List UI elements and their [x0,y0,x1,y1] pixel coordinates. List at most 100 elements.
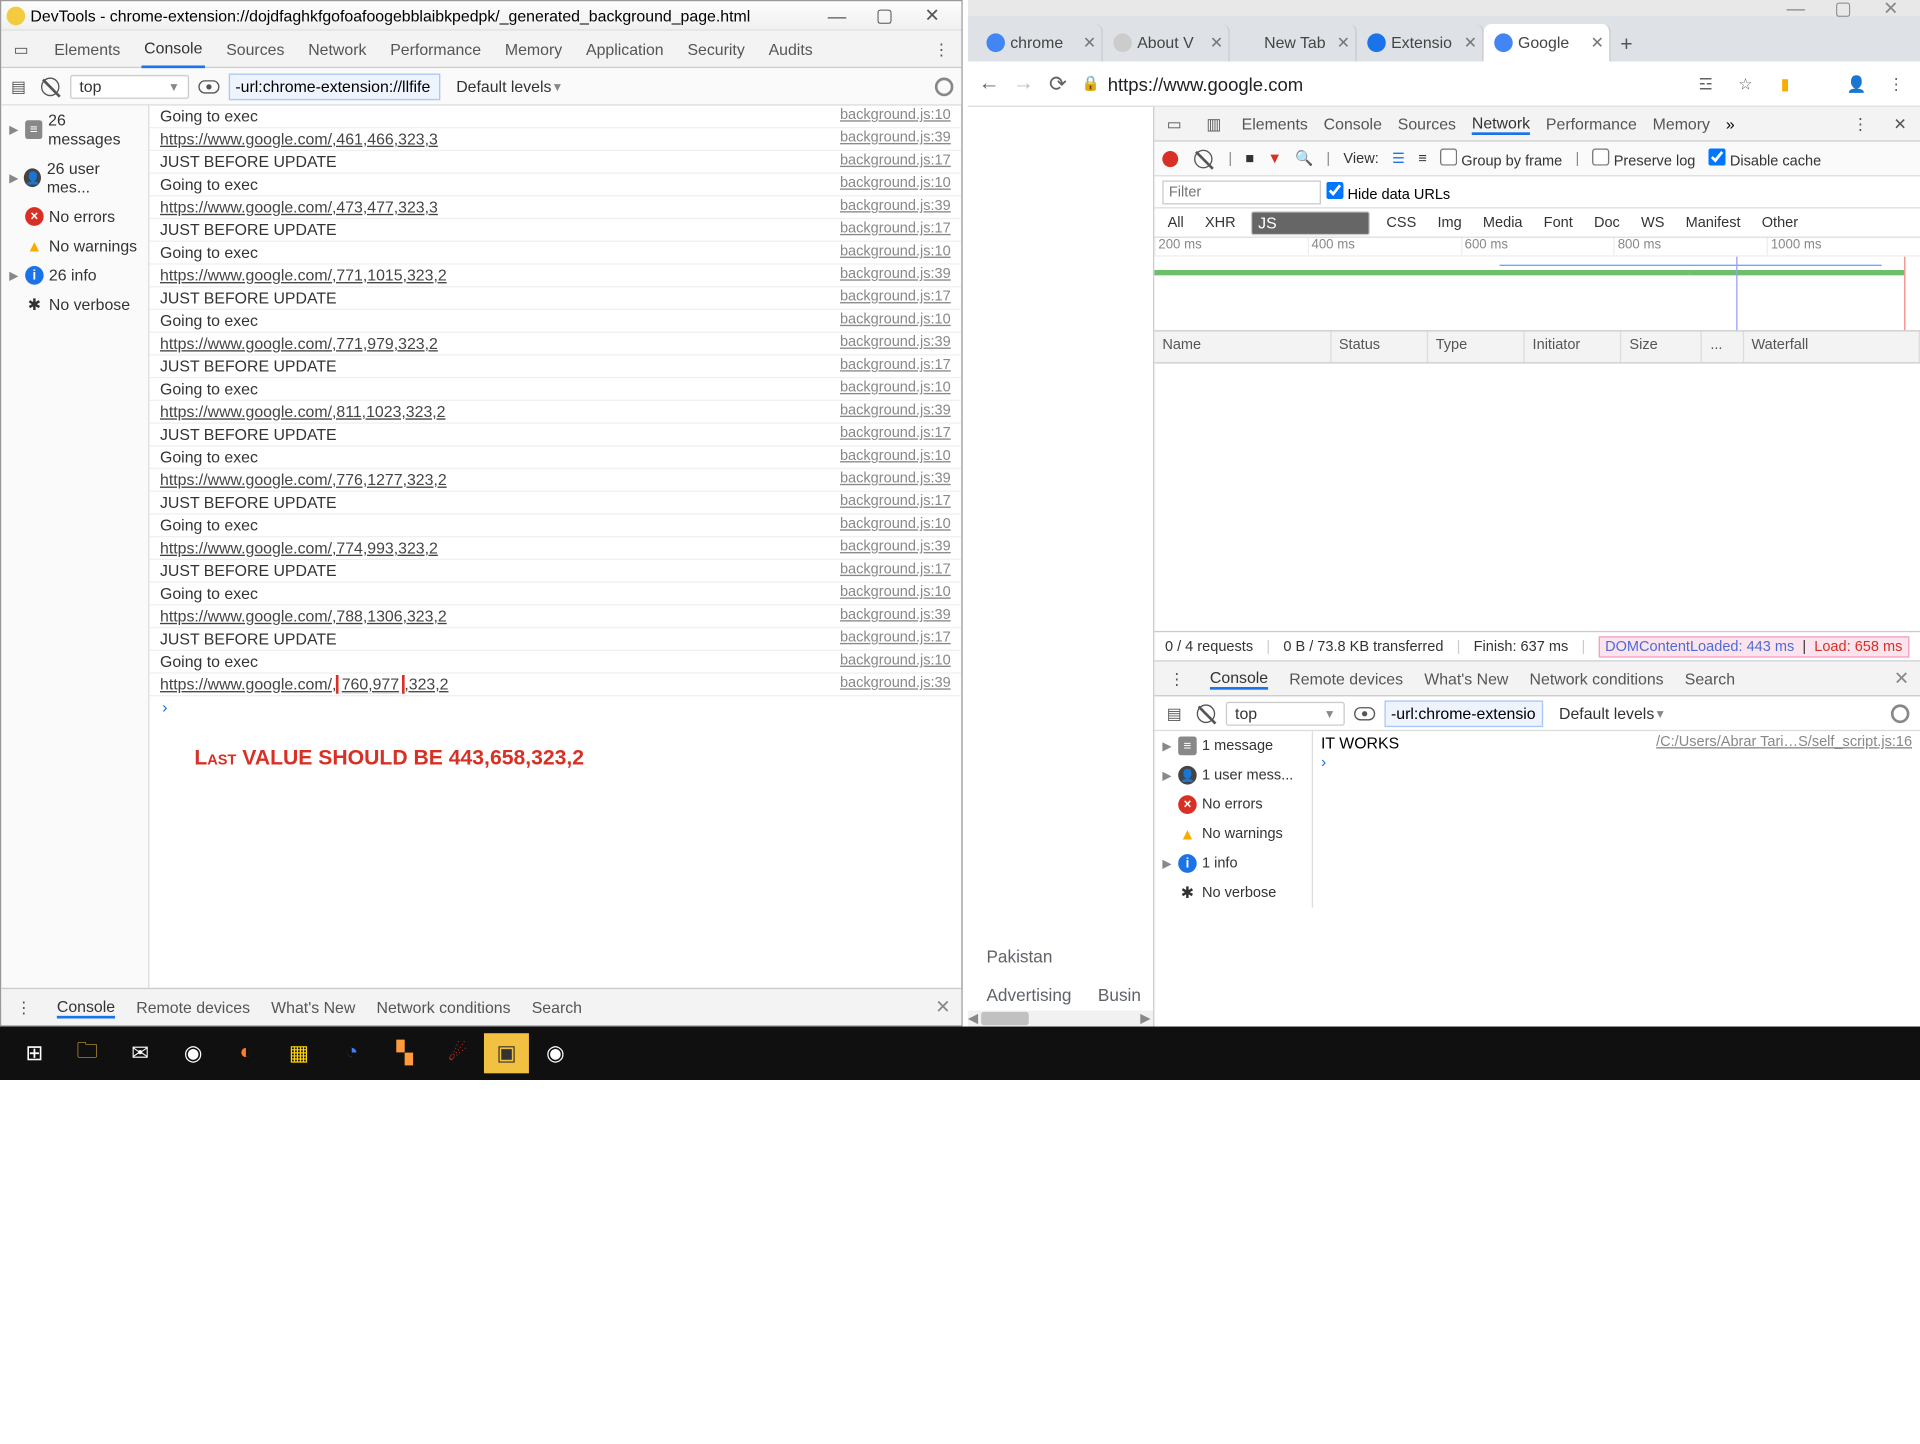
log-source[interactable]: background.js:10 [840,107,951,126]
log-source[interactable]: background.js:17 [840,630,951,649]
log-row[interactable]: Going to execbackground.js:10 [149,174,961,197]
rdrawer-close-icon[interactable]: ✕ [1894,667,1910,690]
browser-tab[interactable]: Google✕ [1484,24,1611,61]
search-icon[interactable]: 🔍 [1295,150,1313,167]
tab-network[interactable]: Network [1472,113,1530,134]
sticky-icon[interactable]: ▦ [272,1027,325,1080]
drawer-search[interactable]: Search [532,998,582,1017]
log-row[interactable]: https://www.google.com/,776,1277,323,2ba… [149,469,961,492]
log-row[interactable]: JUST BEFORE UPDATEbackground.js:17 [149,287,961,310]
drawer-remote[interactable]: Remote devices [136,998,250,1017]
log-source[interactable]: background.js:17 [840,357,951,376]
ext-icon[interactable]: ▮ [1772,70,1798,97]
disable-cache-checkbox[interactable]: Disable cache [1709,148,1822,169]
log-source[interactable]: background.js:17 [840,152,951,171]
levels-select[interactable]: Default levels▼ [448,76,571,97]
col-initiator[interactable]: Initiator [1525,331,1622,362]
log-source[interactable]: background.js:39 [840,198,951,217]
type-filter-manifest[interactable]: Manifest [1680,213,1746,232]
filter-user[interactable]: ▶👤1 user mess... [1154,761,1311,790]
log-row[interactable]: https://www.google.com/,760,977,323,2bac… [149,674,961,697]
close-button[interactable]: ✕ [1867,0,1915,21]
tab-performance[interactable]: Performance [388,31,484,66]
profile-icon[interactable]: 👤 [1843,70,1869,97]
drawer-close-icon[interactable]: ✕ [935,996,951,1019]
filter-verbose[interactable]: ✱No verbose [1154,878,1311,907]
log-source[interactable]: background.js:10 [840,652,951,671]
chrome2-icon[interactable]: ◉ [529,1027,582,1080]
filter-info[interactable]: ▶i26 info [1,261,148,290]
omnibox[interactable]: 🔒 https://www.google.com [1082,73,1680,94]
log-row[interactable]: JUST BEFORE UPDATEbackground.js:17 [149,219,961,242]
horizontal-scrollbar[interactable]: ◀ ▶ [968,1010,1153,1026]
windows-taskbar[interactable]: ⊞ 🗀 ✉ ◉ ◐ ▦ ◔ ▚ ☄ ▣ ◉ ▴ ◆ Ⓜ ☁ ◉ W ▧ ▬ ◯ … [0,1027,1920,1080]
log-source[interactable]: background.js:39 [840,334,951,353]
scroll-right-icon[interactable]: ▶ [1140,1011,1153,1026]
col-size[interactable]: Size [1621,331,1702,362]
clear-console-icon[interactable] [1194,701,1218,725]
scroll-left-icon[interactable]: ◀ [968,1011,978,1026]
type-filter-font[interactable]: Font [1538,213,1578,232]
chrome-titlebar[interactable]: — ▢ ✕ [968,0,1920,16]
tab-audits[interactable]: Audits [766,31,815,66]
browser-tab[interactable]: About V✕ [1103,24,1230,61]
log-row[interactable]: Going to execbackground.js:10 [149,310,961,333]
footer-business[interactable]: Busin [1098,985,1141,1005]
browser-tab[interactable]: chrome✕ [976,24,1103,61]
tab-application[interactable]: Application [583,31,666,66]
rdrawer-search[interactable]: Search [1685,669,1735,688]
live-expr-icon[interactable] [1353,701,1377,725]
close-tab-icon[interactable]: ✕ [1464,33,1477,52]
tab-sources[interactable]: Sources [224,31,288,66]
browser-tab[interactable]: Extensio✕ [1357,24,1484,61]
log-source[interactable]: background.js:17 [840,289,951,308]
preserve-checkbox[interactable]: Preserve log [1592,148,1695,169]
log-row[interactable]: JUST BEFORE UPDATEbackground.js:17 [149,560,961,583]
rdrawer-netcond[interactable]: Network conditions [1530,669,1664,688]
log-row[interactable]: JUST BEFORE UPDATEbackground.js:17 [149,492,961,515]
close-devtools-icon[interactable]: ✕ [1888,112,1912,136]
filter-messages[interactable]: ▶≡26 messages [1,106,148,154]
camera-icon[interactable]: ■ [1245,150,1254,166]
type-filter-doc[interactable]: Doc [1589,213,1625,232]
kebab-icon[interactable]: ⋮ [930,37,954,61]
rdrawer-console[interactable]: Console [1210,668,1268,689]
rdrawer-log[interactable]: IT WORKS /C:/Users/Abrar Tari…S/self_scr… [1313,731,1920,907]
settings-icon[interactable] [932,74,956,98]
explorer-icon[interactable]: 🗀 [61,1027,114,1080]
sidebar-toggle-icon[interactable]: ▤ [7,74,31,98]
drawer-kebab-icon[interactable]: ⋮ [1165,666,1189,690]
network-table-body[interactable] [1154,364,1920,631]
tab-memory[interactable]: Memory [1653,114,1710,133]
scroll-thumb[interactable] [981,1012,1029,1025]
app-active-icon[interactable]: ▣ [484,1033,529,1073]
rdrawer-whatsnew[interactable]: What's New [1424,669,1508,688]
inspect-icon[interactable]: ▭ [1162,112,1186,136]
type-filter-ws[interactable]: WS [1636,213,1670,232]
new-tab-button[interactable]: + [1611,29,1643,61]
sublime-icon[interactable]: ▚ [378,1027,431,1080]
log-source[interactable]: background.js:10 [840,311,951,330]
settings-icon[interactable] [1888,701,1912,725]
tab-console[interactable]: Console [142,30,206,67]
log-source[interactable]: background.js:17 [840,493,951,512]
start-icon[interactable]: ⊞ [8,1027,61,1080]
log-source[interactable]: background.js:39 [840,402,951,421]
filter-input[interactable] [1384,700,1543,727]
network-timeline[interactable]: 200 ms400 ms600 ms800 ms1000 ms [1154,238,1920,332]
log-row[interactable]: Going to execbackground.js:10 [149,242,961,265]
context-select[interactable]: top▼ [70,74,189,98]
translate-icon[interactable]: ☲ [1693,70,1719,97]
record-icon[interactable] [1162,150,1178,166]
log-source[interactable]: background.js:39 [840,266,951,285]
footer-advertising[interactable]: Advertising [986,985,1071,1005]
log-row[interactable]: JUST BEFORE UPDATEbackground.js:17 [149,356,961,379]
log-row[interactable]: https://www.google.com/,473,477,323,3bac… [149,196,961,219]
log-row[interactable]: Going to execbackground.js:10 [149,106,961,129]
filter-input[interactable] [229,73,441,100]
log-source[interactable]: background.js:17 [840,221,951,240]
page-viewport[interactable]: Pakistan Advertising Busin ◀ ▶ [968,107,1153,1027]
log-row[interactable]: JUST BEFORE UPDATEbackground.js:17 [149,151,961,174]
log-source[interactable]: background.js:39 [840,607,951,626]
close-tab-icon[interactable]: ✕ [1083,33,1096,52]
